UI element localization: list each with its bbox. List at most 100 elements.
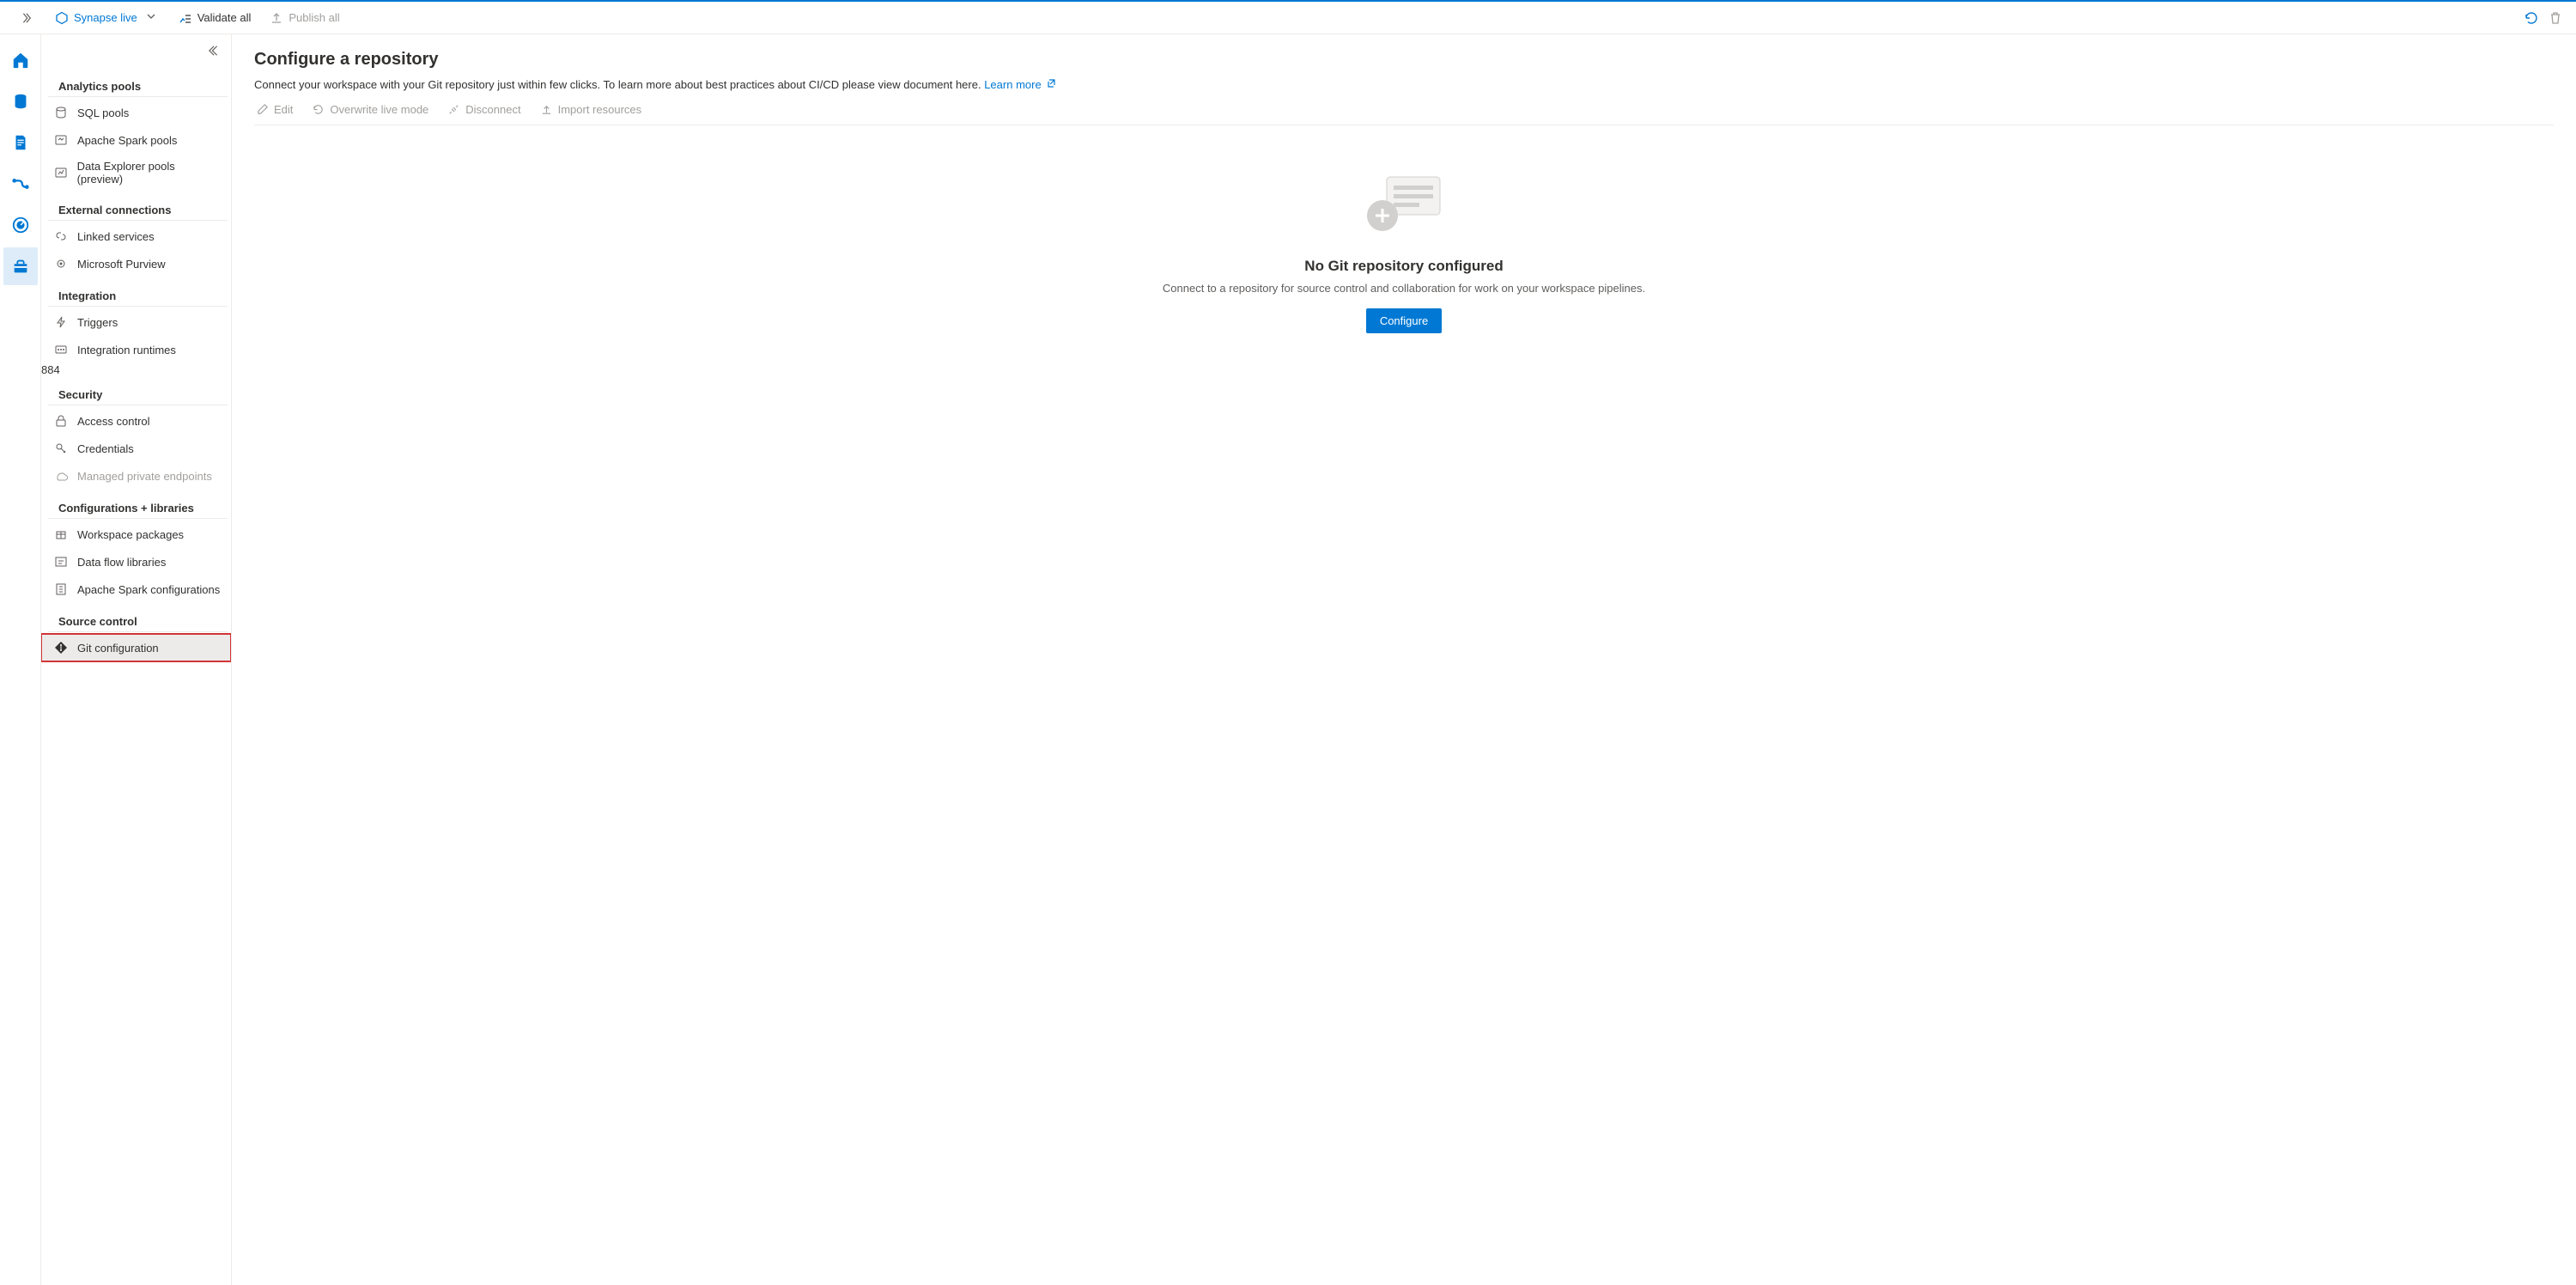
rail-home[interactable] xyxy=(3,41,38,79)
rail-integrate[interactable] xyxy=(3,165,38,203)
empty-illustration xyxy=(1357,160,1451,246)
edit-icon xyxy=(256,103,269,116)
rail-monitor[interactable] xyxy=(3,206,38,244)
mode-label: Synapse live xyxy=(74,11,137,24)
linked-services-icon xyxy=(53,228,69,244)
external-link-icon xyxy=(1046,78,1056,91)
nav-linked-services[interactable]: Linked services xyxy=(41,222,231,250)
overwrite-icon xyxy=(312,103,325,116)
nav-credentials[interactable]: Credentials xyxy=(41,435,231,462)
section-source-control: Source control xyxy=(48,610,228,632)
publish-label: Publish all xyxy=(289,11,339,24)
rail-manage[interactable] xyxy=(3,247,38,285)
credentials-icon xyxy=(53,441,69,456)
cmd-label: Overwrite live mode xyxy=(330,103,428,116)
gauge-icon xyxy=(11,216,30,234)
nav-label: Access control xyxy=(77,415,150,428)
nav-label: Git configuration xyxy=(77,642,159,655)
nav-label: Integration runtimes xyxy=(77,344,176,356)
nav-label: Microsoft Purview xyxy=(77,258,166,271)
page-title: Configure a repository xyxy=(254,50,2554,70)
nav-apache-spark-pools[interactable]: Apache Spark pools xyxy=(41,126,231,154)
main-content: Configure a repository Connect your work… xyxy=(232,34,2576,1285)
section-external-connections: External connections xyxy=(48,198,228,221)
access-control-icon xyxy=(53,413,69,429)
section-security: Security xyxy=(48,383,228,405)
ir-icon xyxy=(53,342,69,357)
nav-microsoft-purview[interactable]: Microsoft Purview xyxy=(41,250,231,277)
nav-label: SQL pools xyxy=(77,107,129,119)
publish-all-button: Publish all xyxy=(270,11,339,25)
dx-pool-icon xyxy=(53,165,69,180)
import-icon xyxy=(540,103,553,116)
cmd-edit: Edit xyxy=(256,103,293,116)
nav-label: Linked services xyxy=(77,230,155,243)
nav-triggers[interactable]: Triggers xyxy=(41,308,231,336)
expand-nav-icon[interactable] xyxy=(15,8,36,28)
refresh-button[interactable] xyxy=(2519,6,2543,30)
nav-workspace-packages[interactable]: Workspace packages xyxy=(41,521,231,548)
nav-data-explorer-pools[interactable]: Data Explorer pools (preview) xyxy=(41,154,231,192)
document-icon xyxy=(11,133,30,152)
hexagon-icon xyxy=(55,11,69,25)
sql-pool-icon xyxy=(53,105,69,120)
triggers-icon xyxy=(53,314,69,330)
section-configurations-libraries: Configurations + libraries xyxy=(48,496,228,519)
cmd-import: Import resources xyxy=(540,103,642,116)
chevron-down-icon[interactable] xyxy=(143,11,160,24)
home-icon xyxy=(11,51,30,70)
nav-data-flow-libraries[interactable]: Data flow libraries xyxy=(41,548,231,576)
validate-all-button[interactable]: Validate all xyxy=(179,11,252,25)
discard-button[interactable] xyxy=(2543,6,2567,30)
toolbox-icon xyxy=(11,257,30,276)
sidebar: Analytics pools SQL pools Apache Spark p… xyxy=(41,34,232,1285)
mpe-icon xyxy=(53,468,69,484)
nav-label: Managed private endpoints xyxy=(77,470,212,483)
command-bar: Edit Overwrite live mode Disconnect Impo… xyxy=(254,103,2554,125)
git-icon xyxy=(53,640,69,655)
spark-config-icon xyxy=(53,582,69,597)
topbar: Synapse live Validate all Publish all xyxy=(0,0,2576,34)
page-subtitle: Connect your workspace with your Git rep… xyxy=(254,78,2554,91)
spark-pool-icon xyxy=(53,132,69,148)
configure-button[interactable]: Configure xyxy=(1366,308,1442,333)
mode-selector[interactable]: Synapse live xyxy=(55,11,137,25)
cmd-overwrite: Overwrite live mode xyxy=(312,103,428,116)
rail-data[interactable] xyxy=(3,82,38,120)
collapse-sidebar-icon[interactable] xyxy=(209,45,221,59)
nav-label: Workspace packages xyxy=(77,528,184,541)
section-integration: Integration xyxy=(48,284,228,307)
nav-label: Data flow libraries xyxy=(77,556,166,569)
nav-label: Apache Spark pools xyxy=(77,134,177,147)
trash-icon xyxy=(2548,10,2563,26)
upload-icon xyxy=(270,11,283,25)
packages-icon xyxy=(53,527,69,542)
empty-body: Connect to a repository for source contr… xyxy=(1163,282,1645,295)
pipeline-icon xyxy=(11,174,30,193)
learn-more-link[interactable]: Learn more xyxy=(984,78,1056,91)
nav-git-configuration[interactable]: Git configuration xyxy=(41,634,231,661)
nav-label: Data Explorer pools (preview) xyxy=(77,160,221,186)
section-analytics-pools: Analytics pools xyxy=(48,75,228,97)
nav-label: Triggers xyxy=(77,316,118,329)
nav-integration-runtimes[interactable]: Integration runtimes xyxy=(41,336,231,363)
nav-apache-spark-configs[interactable]: Apache Spark configurations xyxy=(41,576,231,603)
nav-label: Apache Spark configurations xyxy=(77,583,220,596)
cmd-label: Import resources xyxy=(558,103,642,116)
purview-icon xyxy=(53,256,69,271)
cmd-label: Edit xyxy=(274,103,293,116)
refresh-icon xyxy=(2524,10,2539,26)
cmd-label: Disconnect xyxy=(465,103,520,116)
dataflow-icon xyxy=(53,554,69,569)
validate-label: Validate all xyxy=(197,11,252,24)
database-icon xyxy=(11,92,30,111)
nav-rail xyxy=(0,34,41,1285)
nav-access-control[interactable]: Access control xyxy=(41,407,231,435)
empty-heading: No Git repository configured xyxy=(1304,258,1503,275)
empty-state: No Git repository configured Connect to … xyxy=(254,160,2554,333)
nav-managed-private-endpoints: Managed private endpoints xyxy=(41,462,231,490)
cmd-disconnect: Disconnect xyxy=(447,103,520,116)
rail-develop[interactable] xyxy=(3,124,38,161)
nav-sql-pools[interactable]: SQL pools xyxy=(41,99,231,126)
disconnect-icon xyxy=(447,103,460,116)
